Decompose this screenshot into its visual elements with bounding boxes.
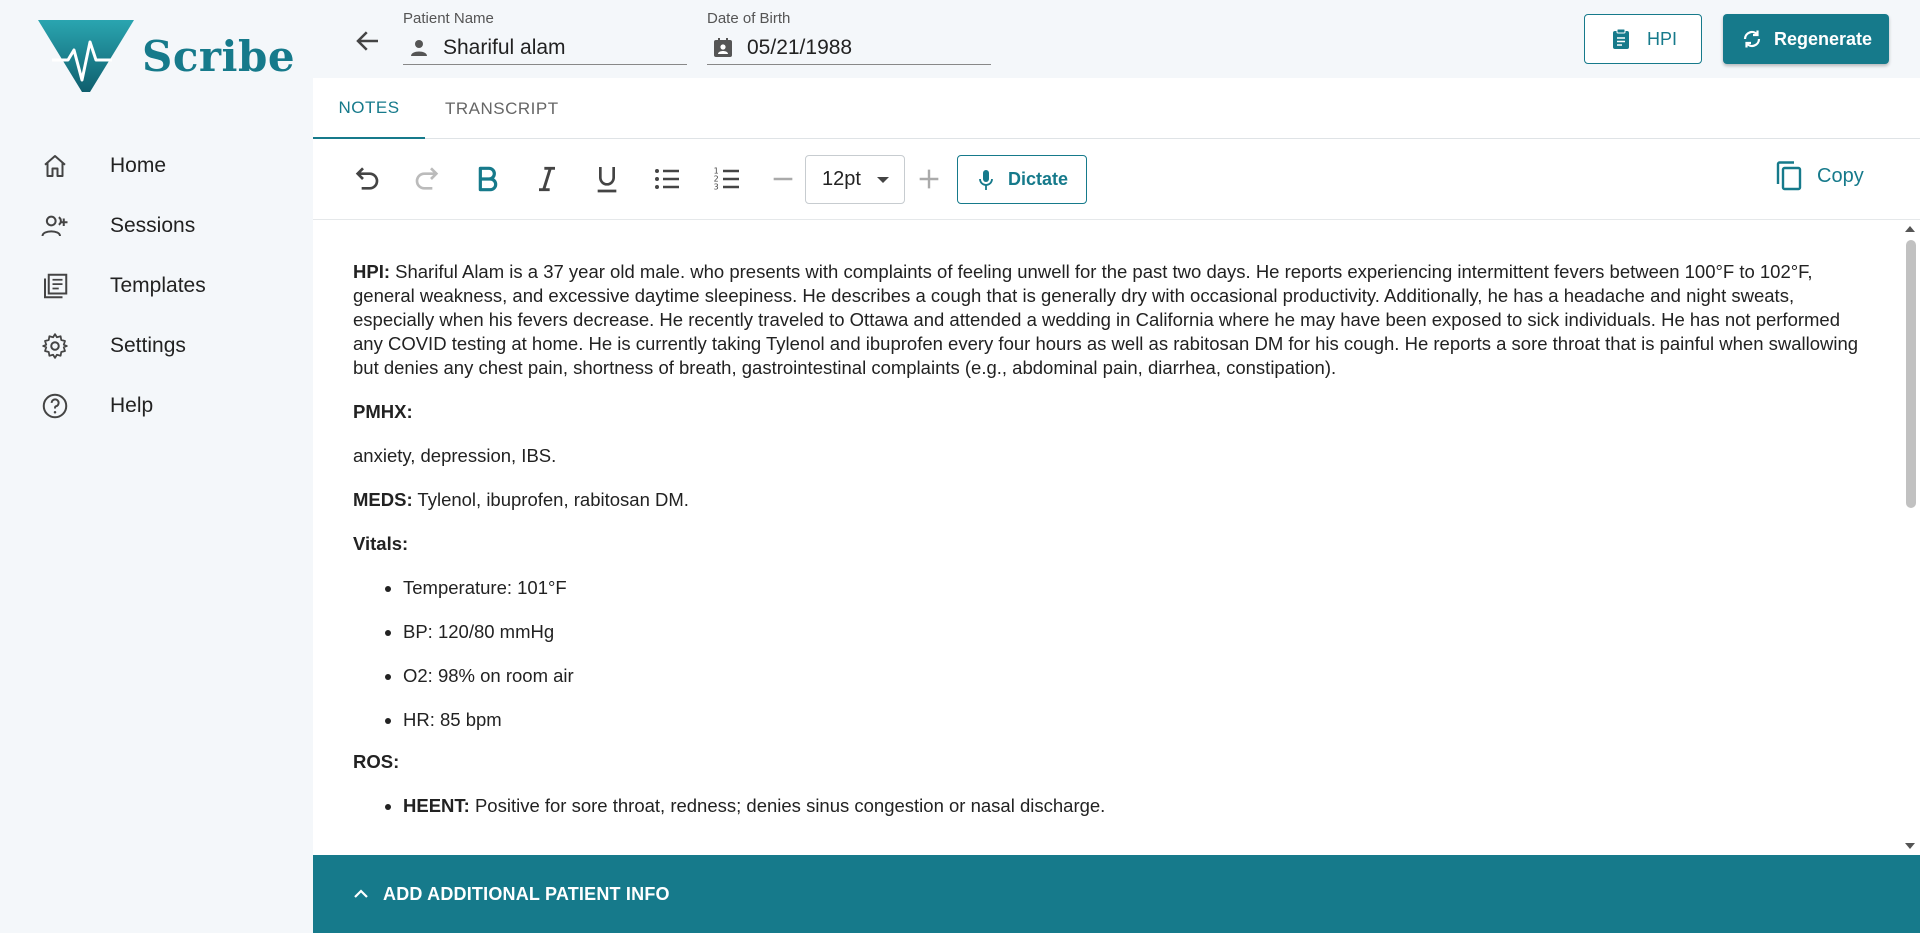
font-size-select[interactable]: 12pt (805, 155, 905, 204)
scroll-thumb[interactable] (1906, 240, 1916, 508)
ros-heent-text: Positive for sore throat, redness; denie… (469, 795, 1106, 816)
sidebar-item-home[interactable]: Home (0, 136, 313, 196)
vitals-list: Temperature: 101°F BP: 120/80 mmHg O2: 9… (403, 576, 1860, 732)
patient-name-field[interactable]: Patient Name Shariful alam (403, 10, 687, 65)
font-size-value: 12pt (822, 168, 861, 190)
note-editor[interactable]: HPI: Shariful Alam is a 37 year old male… (313, 220, 1900, 855)
vitals-heading: Vitals: (353, 533, 409, 554)
list-item: O2: 98% on room air (403, 664, 1860, 688)
sidebar: Scribe Home Sessions Templates Settings … (0, 0, 313, 933)
header: Patient Name Shariful alam Date of Birth… (313, 0, 1920, 78)
microphone-icon (979, 169, 993, 190)
copy-button-label: Copy (1817, 164, 1864, 187)
sidebar-nav: Home Sessions Templates Settings Help (0, 136, 313, 436)
ros-heent-label: HEENT: (403, 795, 470, 816)
undo-icon[interactable] (351, 163, 383, 195)
tab-bar: NOTES TRANSCRIPT (313, 78, 1920, 139)
decrease-font-icon[interactable] (767, 163, 799, 195)
sidebar-item-label: Sessions (110, 214, 196, 237)
person-icon (411, 39, 427, 56)
svg-text:3: 3 (714, 183, 719, 192)
regenerate-button-label: Regenerate (1773, 28, 1873, 49)
patient-name-label: Patient Name (403, 10, 494, 27)
sidebar-item-label: Home (110, 154, 167, 177)
copy-button[interactable]: Copy (1775, 161, 1864, 191)
dob-input[interactable]: 05/21/1988 (747, 36, 852, 60)
hpi-heading: HPI: (353, 261, 390, 282)
help-icon (42, 393, 68, 419)
refresh-icon (1743, 30, 1761, 48)
copy-icon (1776, 161, 1802, 191)
underline-icon[interactable] (591, 163, 623, 195)
hpi-text: Shariful Alam is a 37 year old male. who… (353, 261, 1859, 378)
sidebar-item-sessions[interactable]: Sessions (0, 196, 313, 256)
editor-scrollbar[interactable] (1900, 220, 1920, 855)
sidebar-item-label: Settings (110, 334, 186, 357)
sidebar-item-help[interactable]: Help (0, 376, 313, 436)
dob-field[interactable]: Date of Birth 05/21/1988 (707, 10, 991, 65)
scribe-logo-icon (38, 20, 134, 92)
dictate-button-label: Dictate (1007, 169, 1069, 189)
numbered-list-icon[interactable]: 123 (711, 163, 743, 195)
app-name: Scribe (142, 31, 296, 81)
list-item: HR: 85 bpm (403, 708, 1860, 732)
home-icon (44, 155, 66, 177)
hpi-button[interactable]: HPI (1584, 14, 1702, 64)
caret-down-icon (877, 177, 889, 183)
ros-list: HEENT: Positive for sore throat, redness… (403, 794, 1860, 818)
meds-heading: MEDS: (353, 489, 413, 510)
sidebar-item-settings[interactable]: Settings (0, 316, 313, 376)
gear-icon (42, 333, 68, 359)
add-patient-info-bar[interactable]: ADD ADDITIONAL PATIENT INFO (313, 855, 1920, 933)
italic-icon[interactable] (531, 163, 563, 195)
list-item: Temperature: 101°F (403, 576, 1860, 600)
hpi-paragraph: HPI: Shariful Alam is a 37 year old male… (353, 260, 1860, 380)
regenerate-button[interactable]: Regenerate (1723, 14, 1889, 64)
scroll-up-icon[interactable] (1904, 224, 1916, 234)
add-patient-info-label: ADD ADDITIONAL PATIENT INFO (383, 883, 670, 904)
templates-icon (44, 273, 68, 299)
patient-name-input[interactable]: Shariful alam (443, 36, 566, 60)
app-logo[interactable]: Scribe (38, 20, 295, 96)
back-arrow-icon[interactable] (353, 26, 383, 56)
dictate-button[interactable]: Dictate (957, 155, 1087, 204)
contact-card-icon (714, 37, 732, 57)
dob-label: Date of Birth (707, 10, 791, 27)
users-add-icon (41, 215, 68, 237)
notes-panel: NOTES TRANSCRIPT 123 12pt Dictate Copy H… (313, 78, 1920, 933)
meds-text: Tylenol, ibuprofen, rabitosan DM. (412, 489, 689, 510)
meds-paragraph: MEDS: Tylenol, ibuprofen, rabitosan DM. (353, 488, 1860, 512)
clipboard-icon (1612, 28, 1629, 49)
tab-notes[interactable]: NOTES (313, 78, 425, 139)
increase-font-icon[interactable] (913, 163, 945, 195)
pmhx-heading: PMHX: (353, 401, 413, 422)
scroll-down-icon[interactable] (1904, 841, 1916, 851)
chevron-up-icon (354, 889, 368, 898)
pmhx-text: anxiety, depression, IBS. (353, 445, 557, 466)
editor-toolbar: 123 12pt Dictate Copy (313, 139, 1920, 220)
ros-heading: ROS: (353, 751, 400, 772)
redo-icon[interactable] (411, 163, 443, 195)
hpi-button-label: HPI (1646, 28, 1677, 49)
bullet-list-icon[interactable] (651, 163, 683, 195)
sidebar-item-label: Templates (110, 274, 206, 297)
list-item: HEENT: Positive for sore throat, redness… (403, 794, 1860, 818)
bold-icon[interactable] (471, 163, 503, 195)
tab-transcript[interactable]: TRANSCRIPT (445, 78, 575, 139)
sidebar-item-templates[interactable]: Templates (0, 256, 313, 316)
sidebar-item-label: Help (110, 394, 154, 417)
list-item: BP: 120/80 mmHg (403, 620, 1860, 644)
